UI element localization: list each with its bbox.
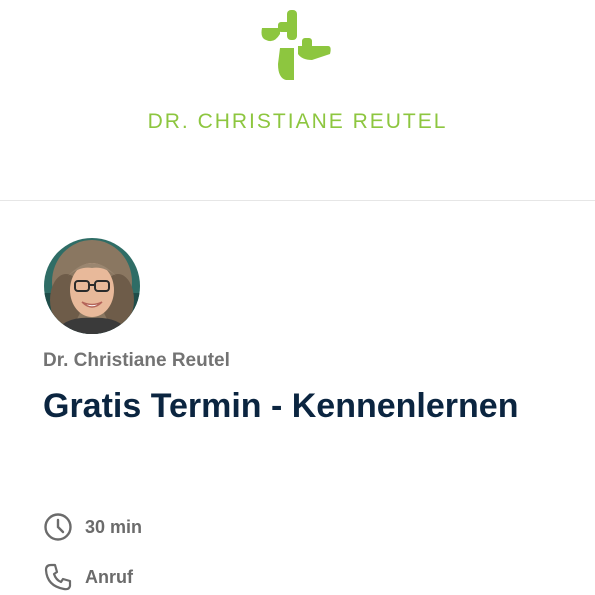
brand-logo-icon bbox=[261, 10, 331, 80]
organizer-name: Dr. Christiane Reutel bbox=[43, 350, 230, 371]
event-location: Anruf bbox=[43, 562, 133, 592]
page-header: DR. CHRISTIANE REUTEL bbox=[0, 0, 595, 201]
event-title: Gratis Termin - Kennenlernen bbox=[43, 387, 519, 425]
phone-icon bbox=[44, 563, 72, 591]
organizer-portrait-image bbox=[44, 238, 140, 334]
brand-name: DR. CHRISTIANE REUTEL bbox=[147, 110, 448, 133]
event-duration: 30 min bbox=[43, 512, 142, 542]
clock-icon bbox=[44, 513, 72, 541]
organizer-avatar bbox=[44, 238, 140, 334]
event-duration-label: 30 min bbox=[85, 516, 143, 537]
event-location-label: Anruf bbox=[85, 566, 133, 587]
